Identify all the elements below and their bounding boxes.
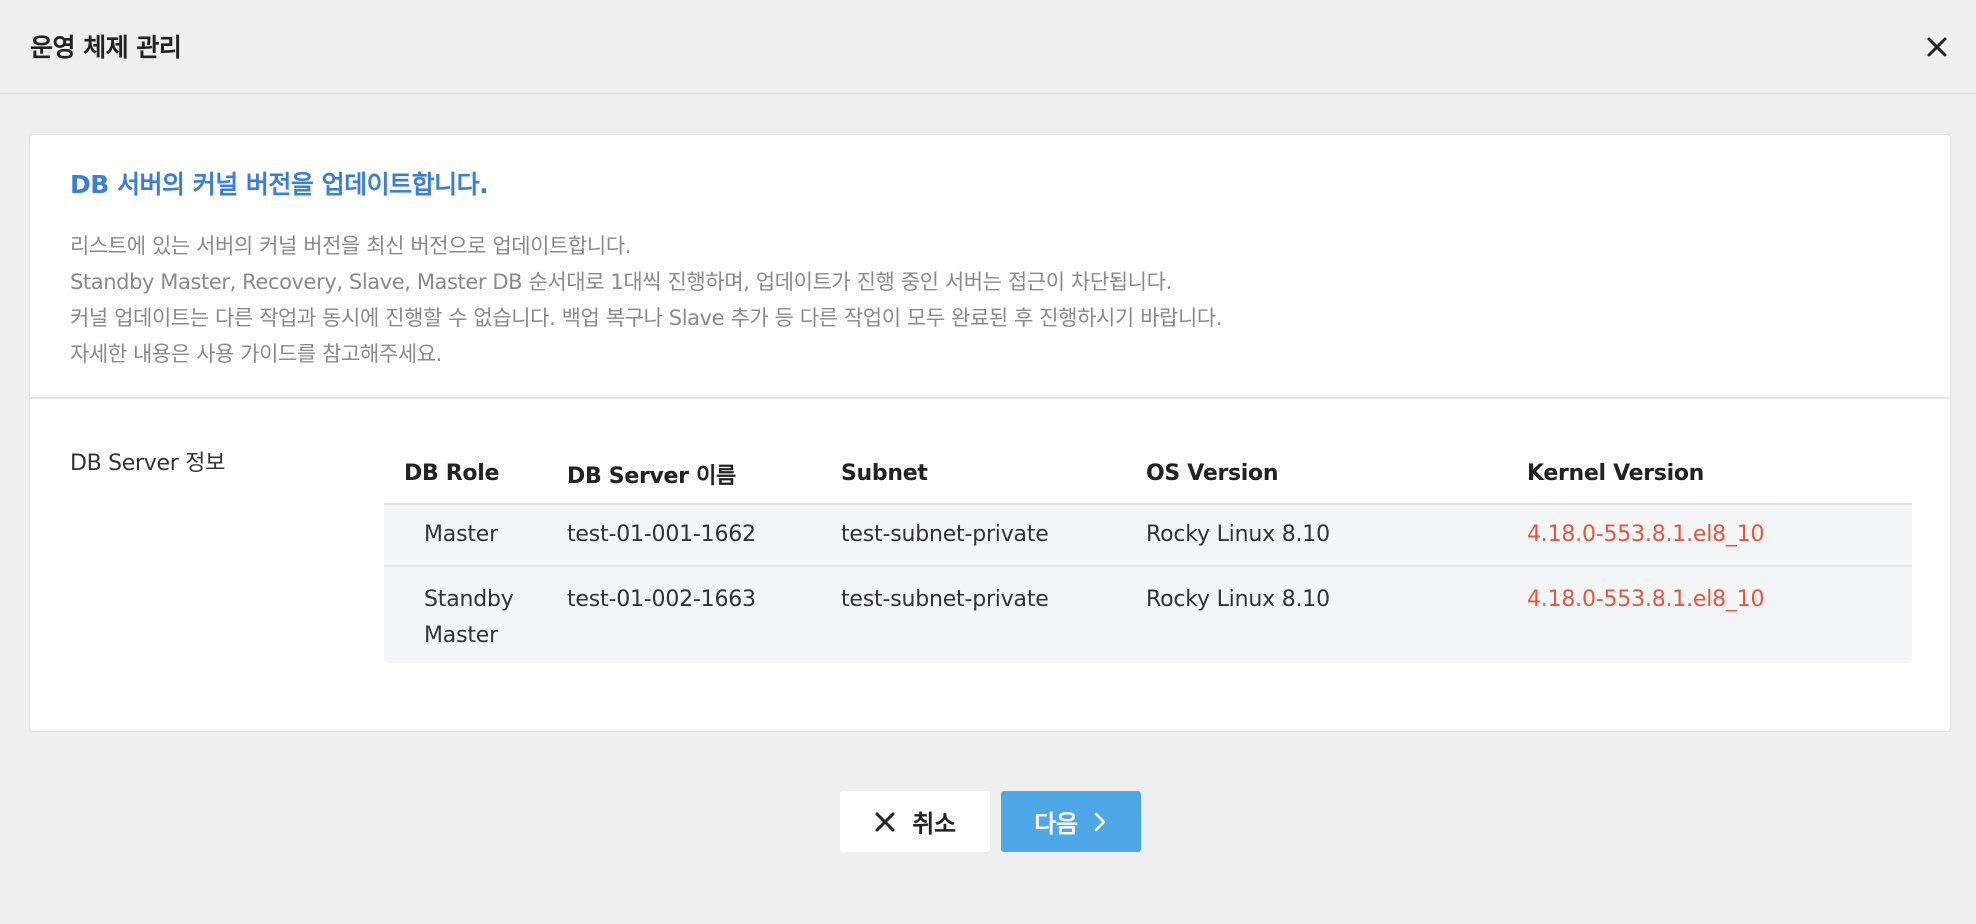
cell-db-role: Master xyxy=(424,522,498,547)
table-row: Master test-01-001-1662 test-subnet-priv… xyxy=(384,505,1912,567)
cell-kernel-version: 4.18.0-553.8.1.el8_10 xyxy=(1527,587,1765,612)
cell-kernel-version: 4.18.0-553.8.1.el8_10 xyxy=(1527,522,1765,547)
cell-subnet: test-subnet-private xyxy=(841,522,1049,547)
db-role-line: Master xyxy=(424,623,498,648)
dialog-header: 운영 체제 관리 xyxy=(0,0,1976,94)
db-server-table: DB Role DB Server 이름 Subnet OS Version K… xyxy=(384,444,1912,663)
info-line: 커널 업데이트는 다른 작업과 동시에 진행할 수 없습니다. 백업 복구나 S… xyxy=(70,306,1223,330)
next-button[interactable]: 다음 xyxy=(1001,791,1141,852)
table-header: DB Role DB Server 이름 Subnet OS Version K… xyxy=(384,444,1912,505)
close-button[interactable] xyxy=(1920,30,1954,64)
cancel-label: 취소 xyxy=(912,810,956,838)
cell-db-server-name: test-01-001-1662 xyxy=(567,522,756,547)
column-header-kernel-version: Kernel Version xyxy=(1527,461,1705,486)
info-line: Standby Master, Recovery, Slave, Master … xyxy=(70,270,1172,294)
next-label: 다음 xyxy=(1034,810,1078,838)
db-role-line: Standby xyxy=(424,587,514,612)
table-row: Standby Master test-01-002-1663 test-sub… xyxy=(384,567,1912,663)
cancel-button[interactable]: 취소 xyxy=(840,791,990,852)
info-line: 리스트에 있는 서버의 커널 버전을 최신 버전으로 업데이트합니다. xyxy=(70,234,632,258)
close-icon xyxy=(1927,37,1947,57)
dialog-title: 운영 체제 관리 xyxy=(30,33,182,62)
info-heading: DB 서버의 커널 버전을 업데이트합니다. xyxy=(70,170,489,199)
cell-os-version: Rocky Linux 8.10 xyxy=(1146,587,1330,612)
info-description: 리스트에 있는 서버의 커널 버전을 최신 버전으로 업데이트합니다. Stan… xyxy=(70,228,1222,372)
info-line: 자세한 내용은 사용 가이드를 참고해주세요. xyxy=(70,342,442,366)
cell-subnet: test-subnet-private xyxy=(841,587,1049,612)
column-header-subnet: Subnet xyxy=(841,461,928,486)
db-server-info-label: DB Server 정보 xyxy=(70,451,226,476)
column-header-os-version: OS Version xyxy=(1146,461,1279,486)
column-header-db-role: DB Role xyxy=(404,461,500,486)
cell-db-role: Standby Master xyxy=(384,582,567,654)
content-card: DB 서버의 커널 버전을 업데이트합니다. 리스트에 있는 서버의 커널 버전… xyxy=(29,134,1951,732)
column-header-db-server-name: DB Server 이름 xyxy=(567,463,736,489)
chevron-right-icon xyxy=(1094,812,1106,831)
info-section: DB 서버의 커널 버전을 업데이트합니다. 리스트에 있는 서버의 커널 버전… xyxy=(30,135,1950,399)
x-icon xyxy=(875,812,895,831)
cell-db-server-name: test-01-002-1663 xyxy=(567,587,756,612)
cell-os-version: Rocky Linux 8.10 xyxy=(1146,522,1330,547)
